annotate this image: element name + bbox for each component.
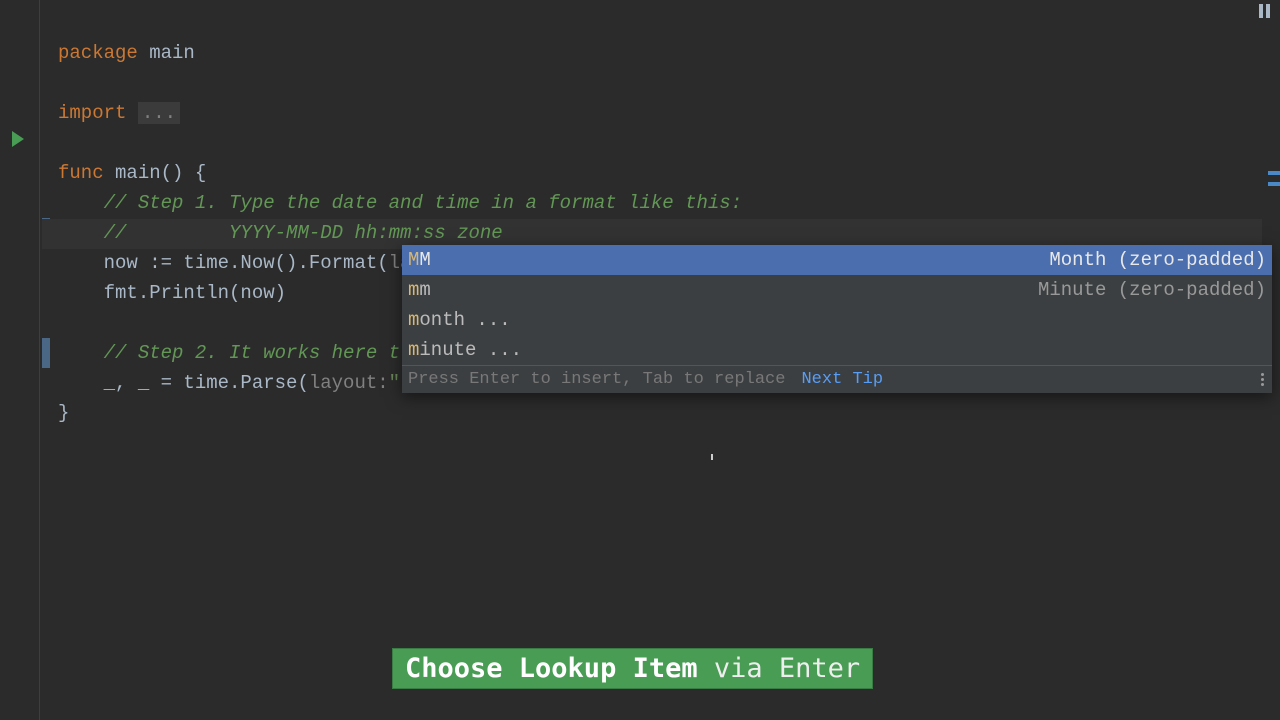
completion-match: M — [408, 249, 419, 271]
completion-match: m — [408, 339, 419, 361]
completion-desc: Minute (zero-padded) — [1038, 277, 1266, 303]
comment-line: // Step 2. It works here t — [104, 342, 400, 364]
comment-line: // Step 1. Type the date and time in a f… — [104, 192, 743, 214]
keyword-package: package — [58, 42, 138, 64]
completion-item[interactable]: month ... — [402, 305, 1272, 335]
pause-icon[interactable] — [1259, 4, 1270, 18]
completion-footer: Press Enter to insert, Tab to replace Ne… — [402, 365, 1272, 393]
scrollbar-marker — [1268, 182, 1280, 186]
tooltip-via: via Enter — [698, 653, 861, 684]
import-fold[interactable]: ... — [138, 102, 180, 124]
package-name: main — [138, 42, 195, 64]
completion-desc: Month (zero-padded) — [1049, 247, 1266, 273]
code-line: now := time.Now().Format( — [104, 252, 389, 274]
action-tooltip: Choose Lookup Item via Enter — [392, 648, 873, 689]
completion-match: m — [408, 309, 419, 331]
completion-match: m — [408, 279, 419, 301]
run-icon[interactable] — [12, 131, 24, 147]
code-line: fmt.Println(now) — [104, 282, 286, 304]
line-change-marker — [42, 338, 50, 368]
completion-label: inute ... — [419, 339, 522, 361]
completion-hint: Press Enter to insert, Tab to replace — [408, 370, 785, 389]
completion-popup: MM Month (zero-padded) mm Minute (zero-p… — [402, 245, 1272, 393]
more-icon[interactable] — [1261, 373, 1264, 386]
param-hint: layout: — [309, 372, 389, 394]
completion-item[interactable]: minute ... — [402, 335, 1272, 365]
completion-item[interactable]: MM Month (zero-padded) — [402, 245, 1272, 275]
next-tip-link[interactable]: Next Tip — [801, 370, 883, 389]
keyword-func: func — [58, 162, 104, 184]
completion-label: onth ... — [419, 309, 510, 331]
code-line: _, _ = time.Parse( — [104, 372, 309, 394]
closing-brace: } — [58, 402, 69, 424]
string-literal: " — [389, 372, 400, 394]
func-signature: main() { — [104, 162, 207, 184]
comment-line: // YYYY-MM-DD hh:mm:ss zone — [104, 222, 503, 244]
editor-gutter — [0, 0, 40, 720]
keyword-import: import — [58, 102, 126, 124]
completion-label: M — [419, 249, 430, 271]
mouse-cursor — [711, 454, 713, 460]
tooltip-action: Choose Lookup Item — [405, 653, 698, 684]
completion-label: m — [419, 279, 430, 301]
completion-item[interactable]: mm Minute (zero-padded) — [402, 275, 1272, 305]
scrollbar-marker — [1268, 171, 1280, 175]
